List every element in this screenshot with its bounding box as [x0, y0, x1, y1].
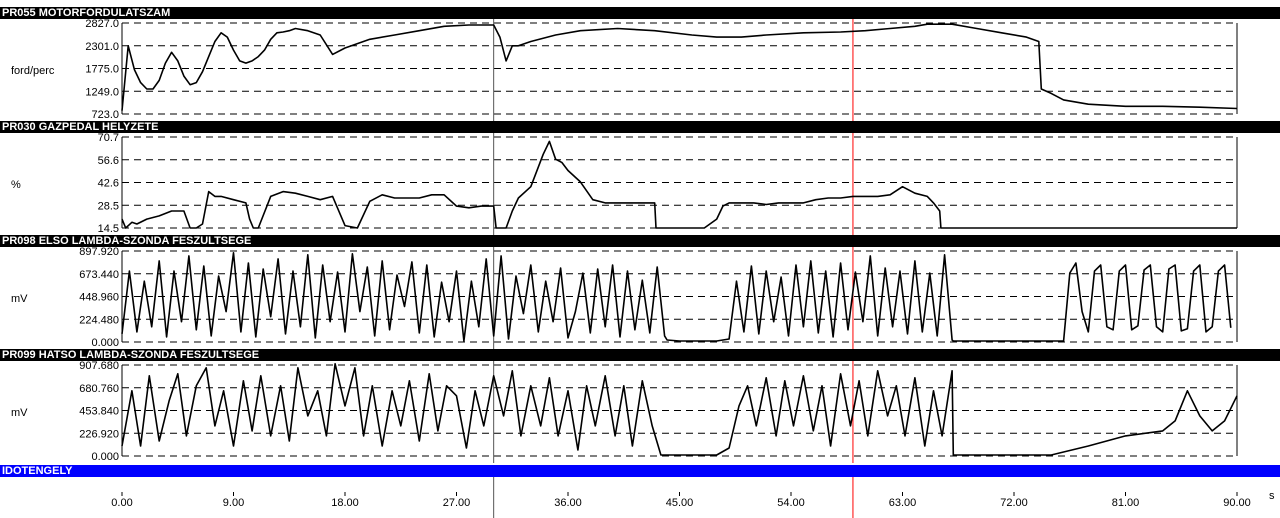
x-tick-label: 54.00: [777, 497, 805, 509]
time-axis-title: IDOTENGELY: [0, 465, 1280, 477]
y-tick-label: 56.6: [98, 155, 119, 167]
panel-title: PR030 GAZPEDAL HELYZETE: [0, 121, 1280, 133]
dashboard-window: PR055 MOTORFORDULATSZAM ford/perc 2827.0…: [0, 0, 1280, 518]
x-tick-label: 18.00: [331, 497, 359, 509]
time-axis[interactable]: 0.00 9.00 18.00 27.00 36.00 45.00 54.00 63.00 72…: [0, 477, 1280, 518]
x-unit-label: s: [1269, 490, 1275, 502]
y-tick-label: 28.5: [98, 200, 119, 212]
y-tick-label: 453.840: [79, 406, 119, 418]
x-tick-label: 0.00: [111, 497, 132, 509]
y-tick-label: 2827.0: [85, 19, 119, 30]
y-tick-label: 0.000: [91, 337, 119, 349]
series-line: [121, 23, 1238, 111]
x-tick-label: 72.00: [1000, 497, 1028, 509]
y-tick-label: 680.760: [79, 383, 119, 395]
y-tick-label: 226.920: [79, 428, 119, 440]
y-tick-label: 723.0: [91, 109, 119, 121]
x-tick-label: 63.00: [889, 497, 917, 509]
y-tick-label: 907.680: [79, 361, 119, 372]
chart-plot-pedal[interactable]: 70.7 56.6 42.6 28.5 14.5: [0, 133, 1280, 235]
y-tick-label: 1775.0: [85, 64, 119, 76]
panel-hatso-lambda: PR099 HATSO LAMBDA-SZONDA FESZULTSEGE mV…: [0, 349, 1280, 463]
chart-plot-rear-lambda[interactable]: 907.680 680.760 453.840 226.920 0.000: [0, 361, 1280, 463]
chart-plot-front-lambda[interactable]: 897.920 673.440 448.960 224.480 0.000: [0, 247, 1280, 349]
y-tick-label: 42.6: [98, 178, 119, 190]
y-tick-label: 673.440: [79, 269, 119, 281]
series-line: [121, 140, 1237, 229]
panel-elso-lambda: PR098 ELSO LAMBDA-SZONDA FESZULTSEGE mV …: [0, 235, 1280, 349]
panel-title: PR098 ELSO LAMBDA-SZONDA FESZULTSEGE: [0, 235, 1280, 247]
panel-gazpedal: PR030 GAZPEDAL HELYZETE % 70.7 56.6 42.6 28…: [0, 121, 1280, 235]
panel-title: PR099 HATSO LAMBDA-SZONDA FESZULTSEGE: [0, 349, 1280, 361]
y-tick-label: 1249.0: [85, 86, 119, 98]
x-tick-label: 36.00: [554, 497, 582, 509]
y-tick-label: 14.5: [98, 223, 119, 235]
x-tick-label: 45.00: [666, 497, 694, 509]
y-tick-label: 70.7: [98, 133, 119, 144]
y-tick-label: 897.920: [79, 247, 119, 258]
x-tick-label: 9.00: [223, 497, 244, 509]
panel-title: PR055 MOTORFORDULATSZAM: [0, 7, 1280, 19]
y-tick-label: 448.960: [79, 292, 119, 304]
x-tick-label: 27.00: [443, 497, 471, 509]
series-line: [121, 362, 1238, 456]
y-tick-label: 2301.0: [85, 41, 119, 53]
y-tick-label: 0.000: [91, 451, 119, 463]
chart-plot-rpm[interactable]: 2827.0 2301.0 1775.0 1249.0 723.0: [0, 19, 1280, 121]
panel-motorfordulatszam: PR055 MOTORFORDULATSZAM ford/perc 2827.0…: [0, 7, 1280, 121]
x-tick-label: 81.00: [1112, 497, 1140, 509]
x-tick-label: 90.00: [1223, 497, 1251, 509]
time-axis-panel: IDOTENGELY 0.00 9.00 18.00 27.00 36.00 45.00 5…: [0, 465, 1280, 518]
y-tick-label: 224.480: [79, 314, 119, 326]
